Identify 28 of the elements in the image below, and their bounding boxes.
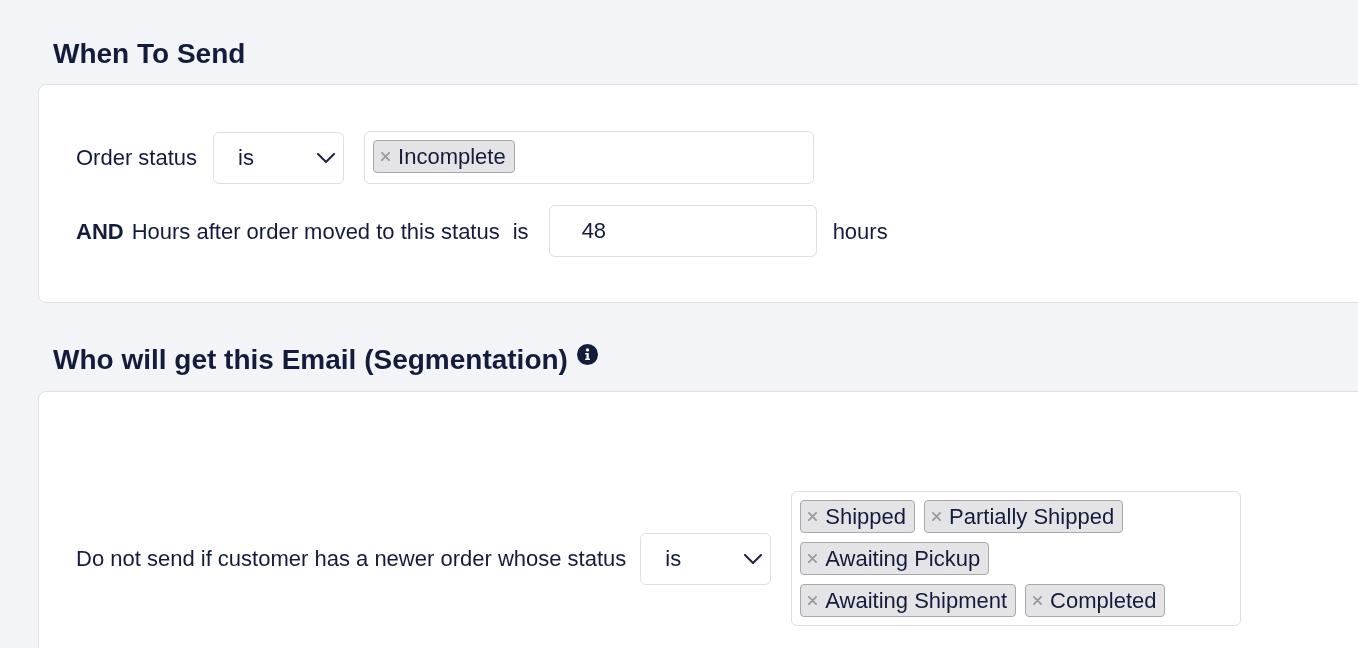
- operator-select[interactable]: is: [640, 532, 772, 585]
- status-tag: Incomplete: [373, 140, 515, 173]
- conjunction-label: AND: [76, 217, 124, 246]
- info-icon[interactable]: [576, 344, 598, 365]
- field-label: Order status: [76, 144, 198, 172]
- chevron-down-icon: [744, 553, 763, 564]
- chevron-down-icon: [317, 152, 336, 163]
- remove-icon[interactable]: [808, 596, 818, 605]
- remove-icon[interactable]: [381, 152, 391, 161]
- tag-select-field[interactable]: Shipped Partially Shipped Awaiting Pickup Awaiting Shipment Completed: [791, 491, 1242, 626]
- operator-text: is: [512, 217, 529, 246]
- field-label: Do not send if customer has a newer order whose status: [76, 545, 627, 573]
- status-tag: Awaiting Pickup: [800, 542, 990, 575]
- operator-select[interactable]: is: [213, 131, 345, 184]
- status-tag: Awaiting Shipment: [800, 584, 1017, 617]
- remove-icon[interactable]: [808, 554, 818, 563]
- tag-select-field[interactable]: Incomplete: [364, 131, 815, 184]
- section-heading: When To Send: [53, 37, 246, 71]
- status-tag: Shipped: [800, 500, 916, 533]
- status-tag: Partially Shipped: [924, 500, 1124, 533]
- unit-label: hours: [832, 217, 888, 246]
- remove-icon[interactable]: [1033, 596, 1043, 605]
- hours-input[interactable]: 48: [548, 205, 817, 257]
- remove-icon[interactable]: [932, 512, 942, 521]
- section-heading: Who will get this Email (Segmentation): [53, 343, 568, 377]
- remove-icon[interactable]: [808, 512, 818, 521]
- field-label: Hours after order moved to this status: [131, 217, 500, 246]
- status-tag: Completed: [1025, 584, 1166, 617]
